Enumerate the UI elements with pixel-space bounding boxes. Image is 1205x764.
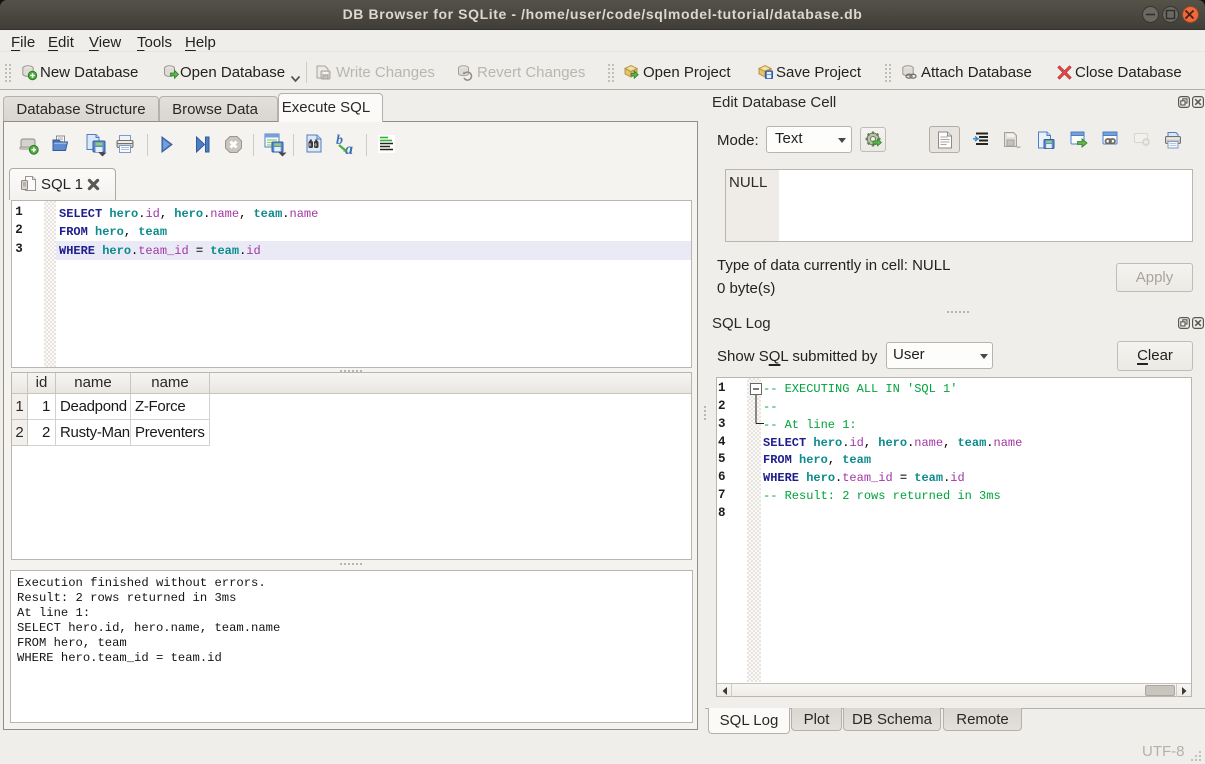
svg-text:a: a bbox=[345, 141, 353, 155]
